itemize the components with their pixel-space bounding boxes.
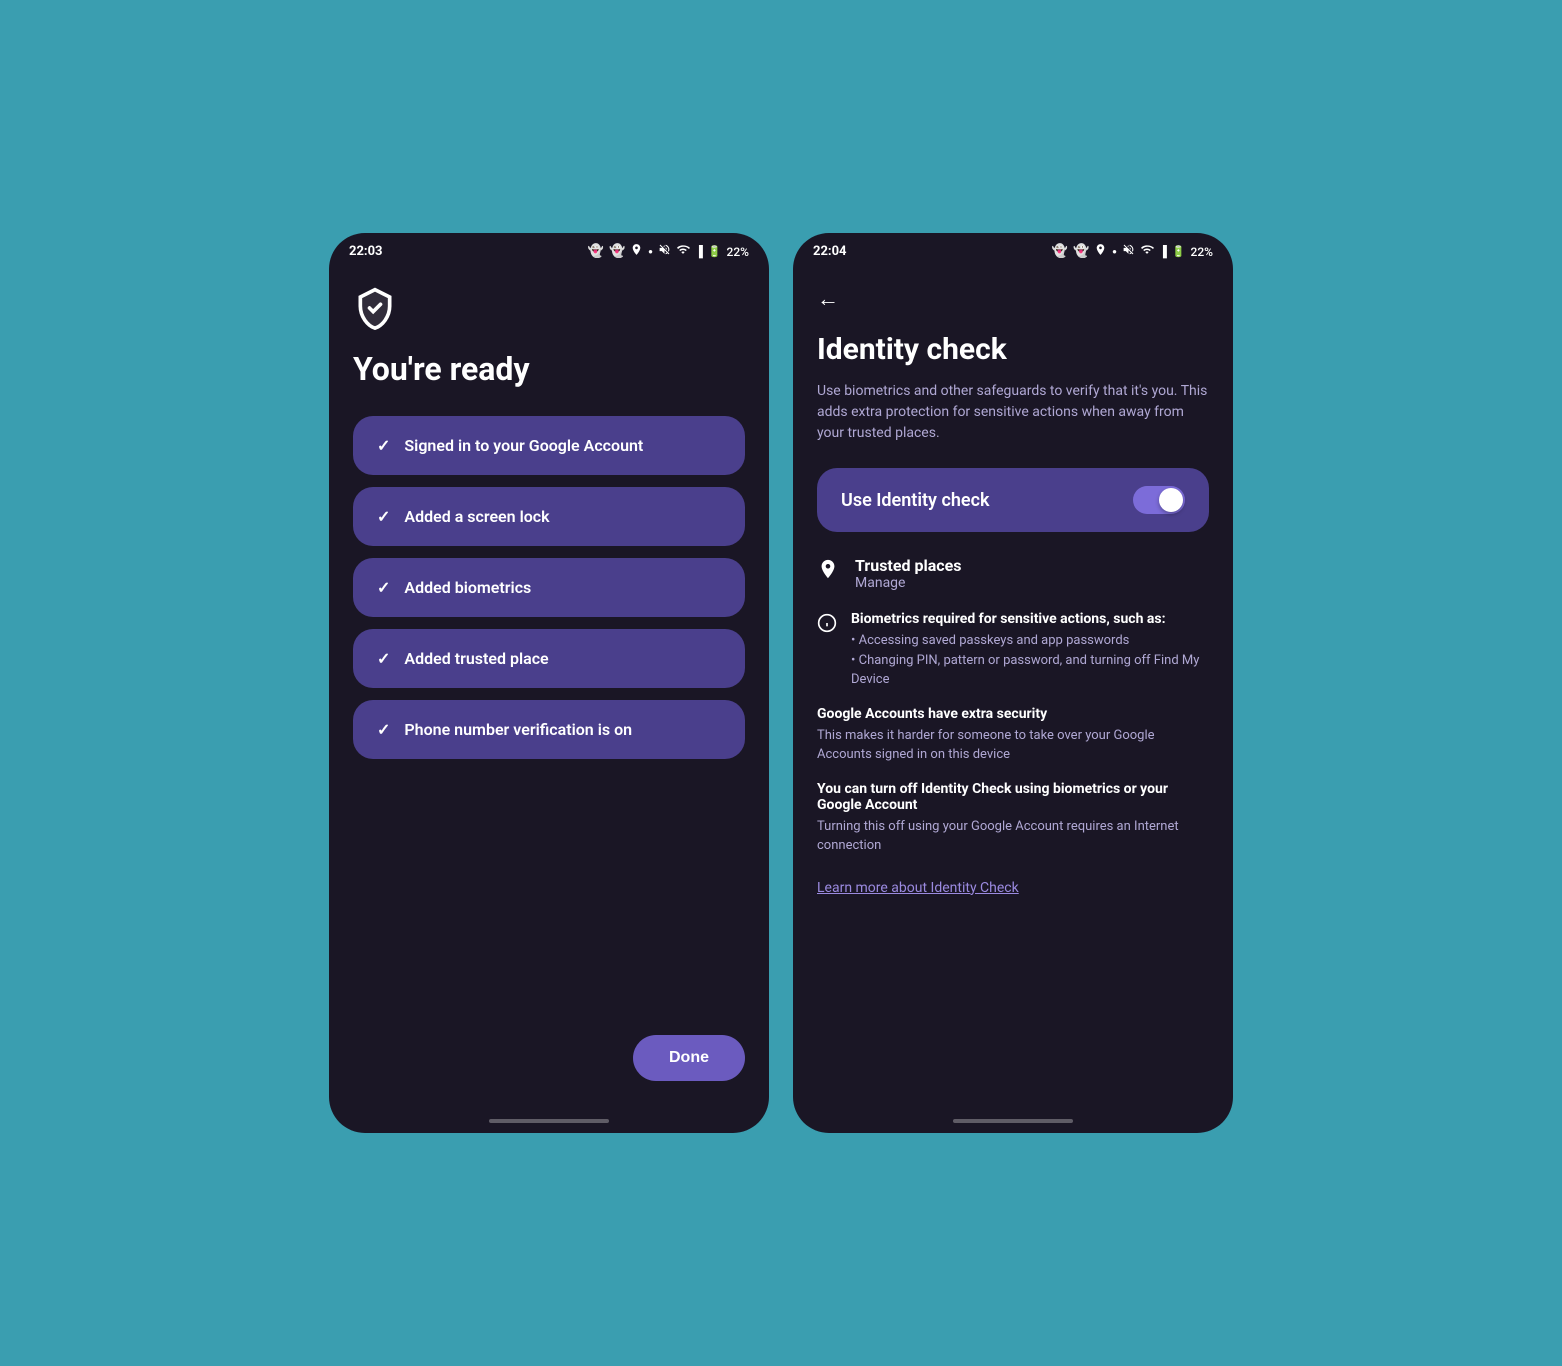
- left-status-bar: 22:03 👻 👻 ● ▐ 🔋 22%: [329, 233, 769, 266]
- location-pin-icon: [817, 558, 839, 586]
- ready-title: You're ready: [353, 350, 745, 388]
- signal-icon: ▐: [695, 245, 703, 258]
- battery-icon: 🔋: [708, 245, 722, 258]
- shield-icon-wrap: [353, 286, 745, 334]
- left-screen-content: You're ready ✓ Signed in to your Google …: [329, 266, 769, 1111]
- identity-check-toggle[interactable]: [1133, 486, 1185, 514]
- shield-icon: [353, 286, 397, 330]
- identity-title: Identity check: [817, 332, 1209, 367]
- right-status-icons: 👻 👻 ● ▐ 🔋 22%: [1052, 243, 1213, 260]
- toggle-knob: [1159, 488, 1183, 512]
- checkmark-2: ✓: [377, 578, 390, 597]
- info-icon: [817, 613, 837, 638]
- dot-icon: ●: [648, 247, 653, 256]
- turn-off-bold: You can turn off Identity Check using bi…: [817, 781, 1209, 813]
- checkmark-4: ✓: [377, 720, 390, 739]
- left-time: 22:03: [349, 244, 383, 259]
- google-accounts-text: This makes it harder for someone to take…: [817, 726, 1209, 765]
- done-button[interactable]: Done: [633, 1035, 745, 1081]
- check-items-list: ✓ Signed in to your Google Account ✓ Add…: [353, 416, 745, 1011]
- biometrics-info-text: • Accessing saved passkeys and app passw…: [851, 631, 1209, 690]
- right-battery-text: 22%: [1191, 245, 1213, 259]
- check-label-1: Added a screen lock: [404, 507, 549, 526]
- mute-icon-r: [1122, 243, 1135, 260]
- mute-icon: [658, 243, 671, 260]
- turn-off-text: Turning this off using your Google Accou…: [817, 817, 1209, 856]
- check-label-4: Phone number verification is on: [404, 720, 632, 739]
- check-label-3: Added trusted place: [404, 649, 548, 668]
- check-item-4: ✓ Phone number verification is on: [353, 700, 745, 759]
- google-accounts-bold: Google Accounts have extra security: [817, 706, 1209, 722]
- signal-icon-r: ▐: [1159, 245, 1167, 258]
- trusted-places-title: Trusted places: [855, 556, 961, 575]
- right-screen-content: ← Identity check Use biometrics and othe…: [793, 266, 1233, 1111]
- ghost-icon-r: 👻: [1052, 244, 1068, 259]
- biometrics-info-bold: Biometrics required for sensitive action…: [851, 611, 1209, 627]
- left-battery-text: 22%: [727, 245, 749, 259]
- learn-more-link[interactable]: Learn more about Identity Check: [817, 880, 1209, 896]
- screens-container: 22:03 👻 👻 ● ▐ 🔋 22%: [329, 233, 1233, 1133]
- check-label-0: Signed in to your Google Account: [404, 436, 643, 455]
- left-phone: 22:03 👻 👻 ● ▐ 🔋 22%: [329, 233, 769, 1133]
- ghost2-icon-r: 👻: [1073, 244, 1089, 259]
- wifi-icon: [676, 243, 690, 260]
- checkmark-1: ✓: [377, 507, 390, 526]
- location-status-icon-r: [1094, 243, 1107, 260]
- identity-description: Use biometrics and other safeguards to v…: [817, 381, 1209, 444]
- location-status-icon: [630, 243, 643, 260]
- right-status-bar: 22:04 👻 👻 ● ▐ 🔋 22%: [793, 233, 1233, 266]
- check-item-1: ✓ Added a screen lock: [353, 487, 745, 546]
- ghost2-icon: 👻: [609, 244, 625, 259]
- ghost-icon: 👻: [588, 244, 604, 259]
- check-label-2: Added biometrics: [404, 578, 531, 597]
- wifi-icon-r: [1140, 243, 1154, 260]
- info-section: Biometrics required for sensitive action…: [817, 611, 1209, 690]
- checkmark-0: ✓: [377, 436, 390, 455]
- checkmark-3: ✓: [377, 649, 390, 668]
- dot-icon-r: ●: [1112, 247, 1117, 256]
- left-status-icons: 👻 👻 ● ▐ 🔋 22%: [588, 243, 749, 260]
- manage-trusted-places-link[interactable]: Manage: [855, 575, 961, 591]
- turn-off-block: You can turn off Identity Check using bi…: [817, 781, 1209, 856]
- check-item-3: ✓ Added trusted place: [353, 629, 745, 688]
- right-phone: 22:04 👻 👻 ● ▐ 🔋 22% ← Id: [793, 233, 1233, 1133]
- trusted-places-row: Trusted places Manage: [817, 556, 1209, 591]
- right-time: 22:04: [813, 244, 847, 259]
- use-identity-check-row[interactable]: Use Identity check: [817, 468, 1209, 532]
- left-home-indicator: [489, 1119, 609, 1123]
- google-accounts-block: Google Accounts have extra security This…: [817, 706, 1209, 765]
- done-button-wrap: Done: [353, 1035, 745, 1081]
- check-item-2: ✓ Added biometrics: [353, 558, 745, 617]
- back-button[interactable]: ←: [817, 286, 1209, 312]
- check-item-0: ✓ Signed in to your Google Account: [353, 416, 745, 475]
- trusted-places-text: Trusted places Manage: [855, 556, 961, 591]
- biometrics-info-content: Biometrics required for sensitive action…: [851, 611, 1209, 690]
- toggle-label: Use Identity check: [841, 490, 989, 511]
- battery-icon-r: 🔋: [1172, 245, 1186, 258]
- right-home-indicator: [953, 1119, 1073, 1123]
